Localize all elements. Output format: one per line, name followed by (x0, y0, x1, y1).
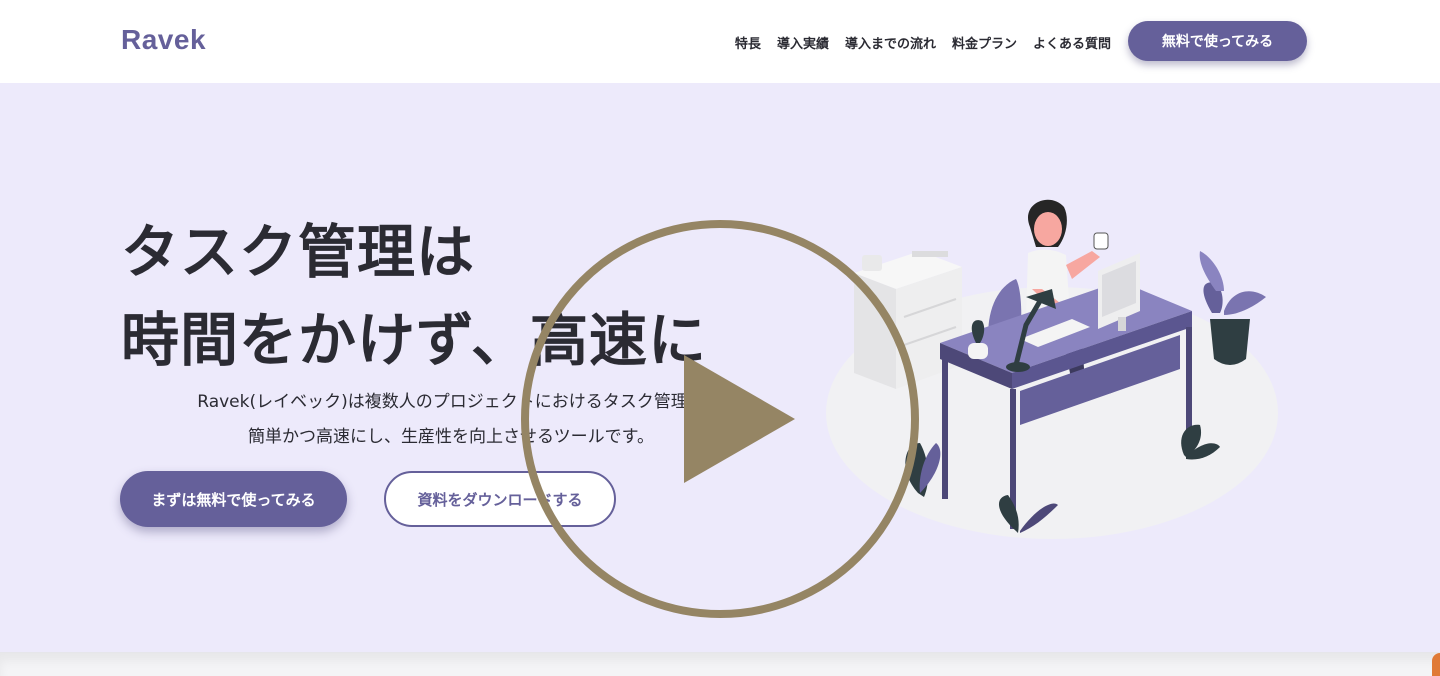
nav-item-features[interactable]: 特長 (735, 33, 761, 52)
nav-item-onboarding-flow[interactable]: 導入までの流れ (845, 33, 936, 52)
nav-item-case-studies[interactable]: 導入実績 (777, 33, 829, 52)
header-cta-button[interactable]: 無料で使ってみる (1128, 21, 1307, 61)
nav-item-faq[interactable]: よくある質問 (1033, 33, 1111, 52)
next-section-edge (0, 652, 1440, 676)
video-play-button[interactable] (519, 218, 921, 620)
play-icon (684, 355, 795, 483)
try-free-button[interactable]: まずは無料で使ってみる (120, 471, 347, 527)
site-header: Ravek 特長 導入実績 導入までの流れ 料金プラン よくある質問 無料で使っ… (0, 0, 1440, 83)
main-nav: 特長 導入実績 導入までの流れ 料金プラン よくある質問 (735, 33, 1111, 52)
hero-section: タスク管理は 時間をかけず、高速に Ravek(レイベック)は複数人のプロジェク… (0, 83, 1440, 652)
hero-title-line1: タスク管理は (121, 218, 476, 286)
nav-item-pricing[interactable]: 料金プラン (952, 33, 1017, 52)
logo[interactable]: Ravek (121, 24, 206, 56)
scroll-edge-accent (1432, 653, 1440, 676)
